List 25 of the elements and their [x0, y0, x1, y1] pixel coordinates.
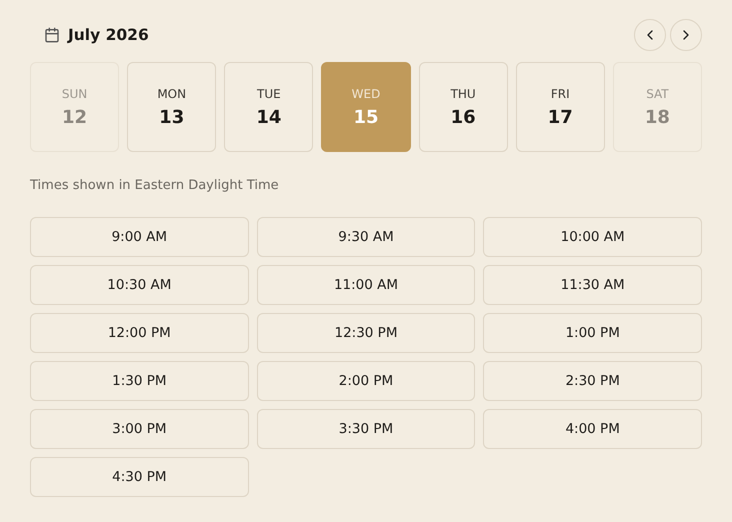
time-slot-button[interactable]: 2:30 PM: [483, 361, 702, 401]
time-slot-button[interactable]: 3:00 PM: [30, 409, 249, 449]
day-option[interactable]: TUE 14: [224, 62, 314, 152]
time-slot-button[interactable]: 4:00 PM: [483, 409, 702, 449]
day-option[interactable]: MON 13: [127, 62, 216, 152]
time-slot-button[interactable]: 2:00 PM: [256, 361, 476, 401]
time-slot-button[interactable]: 1:00 PM: [483, 313, 702, 353]
day-option[interactable]: FRI 17: [516, 62, 605, 152]
time-slot-button[interactable]: 9:30 AM: [256, 217, 476, 257]
time-slot-button[interactable]: 9:00 AM: [30, 217, 249, 257]
time-slot-button[interactable]: 3:30 PM: [256, 409, 476, 449]
timezone-note: Times shown in Eastern Daylight Time: [30, 178, 280, 193]
day-option[interactable]: THU 16: [418, 62, 508, 152]
time-slot-button[interactable]: 10:00 AM: [483, 217, 702, 257]
time-slot-button[interactable]: 11:30 AM: [483, 265, 702, 305]
time-slot-button[interactable]: 12:30 PM: [256, 313, 476, 353]
month-title: July 2026: [68, 26, 149, 44]
time-slot-button[interactable]: 4:30 PM: [30, 457, 249, 497]
time-slot-button[interactable]: 10:30 AM: [30, 265, 249, 305]
time-slot-button[interactable]: 11:00 AM: [256, 265, 476, 305]
calendar-icon: [44, 27, 60, 43]
time-slot-button[interactable]: 12:00 PM: [30, 313, 249, 353]
time-slot-button[interactable]: 1:30 PM: [30, 361, 249, 401]
next-button[interactable]: [670, 19, 702, 51]
previous-button[interactable]: [634, 19, 666, 51]
